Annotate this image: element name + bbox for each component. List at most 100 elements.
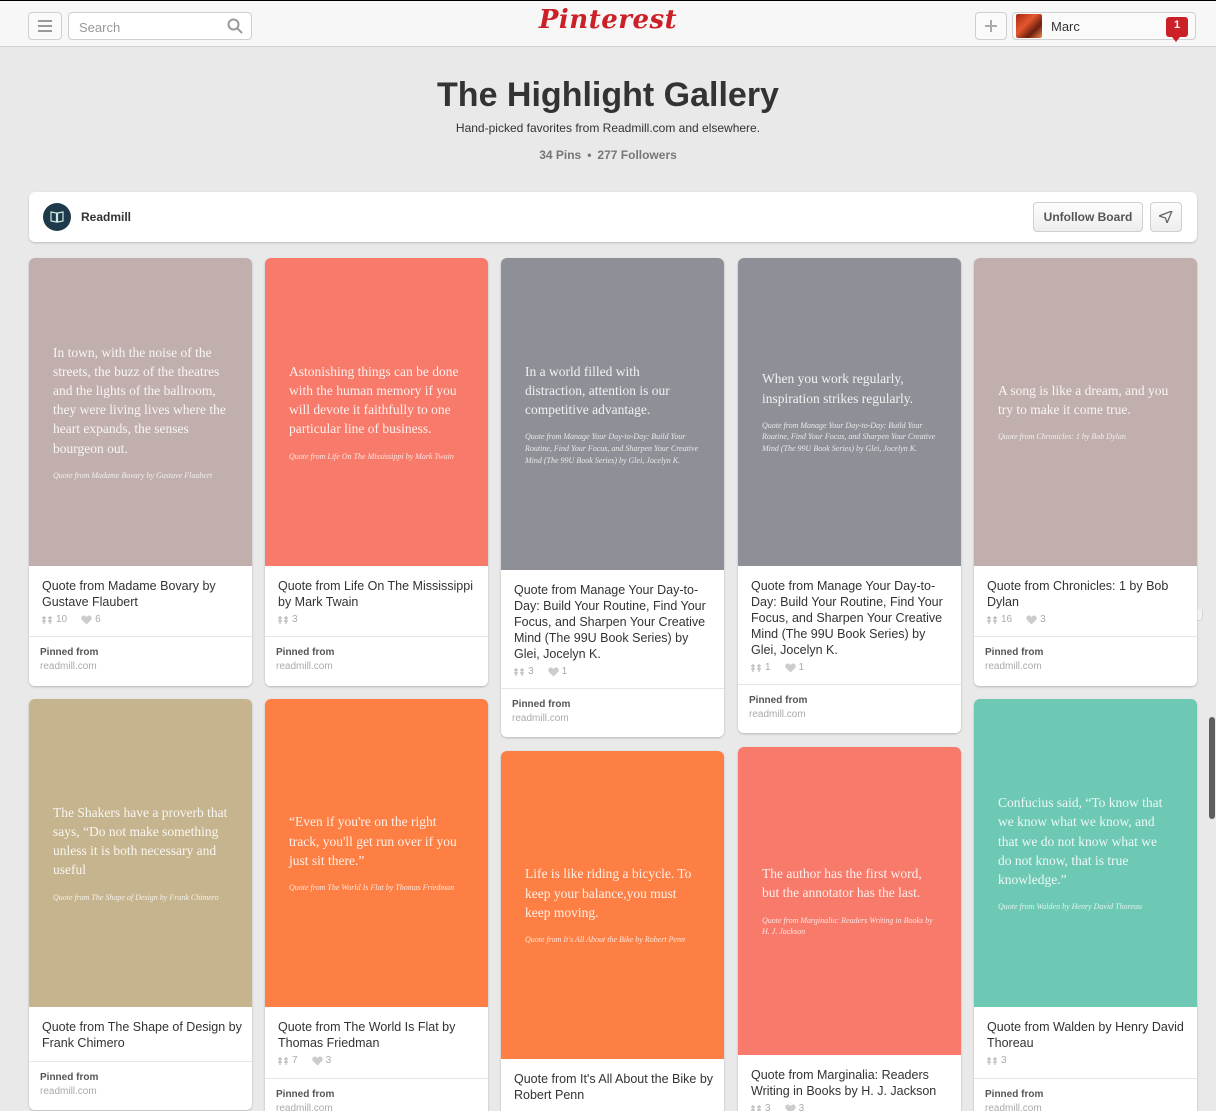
pin-source-footer[interactable]: Pinned from readmill.com (501, 688, 724, 737)
unfollow-board-button[interactable]: Unfollow Board (1033, 202, 1143, 232)
pin-card[interactable]: Life is like riding a bicycle. To keep y… (501, 751, 724, 1111)
pinned-from-domain[interactable]: readmill.com (985, 661, 1042, 672)
pin-source-footer[interactable]: Pinned from readmill.com (738, 684, 961, 733)
board-description: Hand-picked favorites from Readmill.com … (455, 121, 761, 135)
menu-button[interactable] (28, 12, 62, 40)
pin-image[interactable]: “Even if you're on the right track, you'… (265, 699, 488, 1007)
pin-image[interactable]: When you work regularly, inspiration str… (738, 258, 961, 566)
like-count[interactable]: 1 (562, 666, 568, 677)
repin-count[interactable]: 16 (1001, 614, 1012, 625)
pin-card[interactable]: Confucius said, “To know that we know wh… (974, 699, 1197, 1111)
pinned-from-domain[interactable]: readmill.com (512, 713, 569, 724)
pin-stats: 3 (278, 614, 298, 625)
like-count[interactable]: 1 (799, 662, 805, 673)
like-count[interactable]: 3 (1040, 614, 1046, 625)
pin-source-footer[interactable]: Pinned from readmill.com (265, 636, 488, 686)
pin-source-footer[interactable]: Pinned from readmill.com (974, 1078, 1197, 1111)
pinned-from-domain[interactable]: readmill.com (985, 1103, 1042, 1111)
pinned-from-domain[interactable]: readmill.com (40, 661, 97, 672)
pin-description: Quote from Walden by Henry David Thoreau (987, 1020, 1184, 1050)
search-icon[interactable] (227, 18, 243, 34)
pin-source-footer[interactable]: Pinned from readmill.com (29, 1061, 252, 1110)
followers-count[interactable]: 277 Followers (597, 148, 676, 162)
pins-count[interactable]: 34 Pins (539, 148, 581, 162)
pin-card[interactable]: In town, with the noise of the streets, … (29, 258, 252, 686)
pinned-from-label: Pinned from (276, 647, 335, 658)
pin-source-footer[interactable]: Pinned from readmill.com (974, 636, 1197, 686)
pin-image[interactable]: Astonishing things can be done with the … (265, 258, 488, 566)
pin-image[interactable]: A song is like a dream, and you try to m… (974, 258, 1197, 566)
repin-count[interactable]: 3 (528, 666, 534, 677)
pin-stats: 31 (514, 666, 567, 677)
pinned-from-label: Pinned from (512, 699, 571, 710)
pin-quote-text: The Shakers have a proverb that says, “D… (53, 804, 228, 878)
pin-description: Quote from Manage Your Day-to-Day: Build… (751, 579, 943, 657)
pin-image[interactable]: Confucius said, “To know that we know wh… (974, 699, 1197, 1007)
repin-icon (514, 667, 524, 676)
add-pin-button[interactable] (975, 12, 1007, 40)
pin-card[interactable]: When you work regularly, inspiration str… (738, 258, 961, 733)
like-count[interactable]: 3 (799, 1103, 805, 1111)
pin-card[interactable]: A song is like a dream, and you try to m… (974, 258, 1197, 686)
search-input[interactable] (79, 19, 219, 35)
pin-image[interactable]: In town, with the noise of the streets, … (29, 258, 252, 566)
pin-source-footer[interactable]: Pinned from readmill.com (265, 1078, 488, 1111)
pin-image[interactable]: The author has the first word, but the a… (738, 747, 961, 1055)
like-count[interactable]: 3 (326, 1055, 332, 1066)
pin-stats: 3 (987, 1055, 1007, 1066)
repin-icon (278, 615, 288, 624)
owner-name[interactable]: Readmill (81, 210, 131, 224)
pinned-from-label: Pinned from (985, 647, 1044, 658)
pin-card[interactable]: The Shakers have a proverb that says, “D… (29, 699, 252, 1110)
pin-quote-citation: Quote from The Shape of Design by Frank … (53, 892, 219, 902)
repin-count[interactable]: 3 (292, 614, 298, 625)
pin-quote-citation: Quote from It's All About the Bike by Ro… (525, 934, 685, 944)
pin-card[interactable]: Astonishing things can be done with the … (265, 258, 488, 686)
pin-image[interactable]: Life is like riding a bicycle. To keep y… (501, 751, 724, 1059)
pinned-from-domain[interactable]: readmill.com (276, 1103, 333, 1111)
repin-icon (278, 1056, 288, 1065)
pin-image[interactable]: In a world filled with distraction, atte… (501, 258, 724, 570)
repin-count[interactable]: 3 (1001, 1055, 1007, 1066)
pinned-from-label: Pinned from (40, 1072, 99, 1083)
send-board-button[interactable] (1150, 202, 1182, 232)
pinned-from-domain[interactable]: readmill.com (40, 1086, 97, 1097)
pin-card[interactable]: “Even if you're on the right track, you'… (265, 699, 488, 1111)
pin-stats: 33 (751, 1103, 804, 1111)
plus-icon (985, 20, 997, 32)
pin-source-footer[interactable]: Pinned from readmill.com (29, 636, 252, 686)
user-name: Marc (1051, 19, 1080, 34)
pin-quote-text: When you work regularly, inspiration str… (762, 371, 913, 406)
pin-card[interactable]: In a world filled with distraction, atte… (501, 258, 724, 737)
pin-image[interactable]: The Shakers have a proverb that says, “D… (29, 699, 252, 1007)
pin-card[interactable]: The author has the first word, but the a… (738, 747, 961, 1111)
search-box[interactable] (68, 12, 252, 40)
repin-count[interactable]: 1 (765, 662, 771, 673)
owner-avatar[interactable] (43, 203, 71, 231)
pin-description: Quote from The Shape of Design by Frank … (42, 1020, 242, 1050)
send-icon (1159, 211, 1173, 223)
pin-quote-citation: Quote from The World Is Flat by Thomas F… (289, 882, 455, 892)
pin-description: Quote from Marginalia: Readers Writing i… (751, 1068, 937, 1098)
pin-quote-text: The author has the first word, but the a… (762, 866, 922, 901)
like-count[interactable]: 6 (95, 614, 101, 625)
pin-description: Quote from Life On The Mississippi by Ma… (278, 579, 473, 609)
pin-description: Quote from Chronicles: 1 by Bob Dylan (987, 579, 1169, 609)
repin-count[interactable]: 7 (292, 1055, 298, 1066)
pin-quote-text: A song is like a dream, and you try to m… (998, 383, 1169, 418)
pin-quote-text: Confucius said, “To know that we know wh… (998, 795, 1163, 887)
heart-icon (784, 663, 796, 672)
pinned-from-domain[interactable]: readmill.com (749, 709, 806, 720)
pin-description: Quote from It's All About the Bike by Ro… (514, 1072, 714, 1102)
pin-quote-text: Astonishing things can be done with the … (289, 363, 459, 437)
repin-count[interactable]: 10 (56, 614, 67, 625)
pin-description: Quote from Madame Bovary by Gustave Flau… (42, 579, 216, 609)
repin-count[interactable]: 3 (765, 1103, 771, 1111)
repin-icon (751, 1104, 761, 1111)
repin-icon (42, 615, 52, 624)
notification-badge[interactable]: 1 (1166, 17, 1188, 42)
pin-stats: 16 3 (987, 614, 1046, 625)
pinned-from-domain[interactable]: readmill.com (276, 661, 333, 672)
pin-description: Quote from Manage Your Day-to-Day: Build… (514, 583, 706, 661)
scrollbar[interactable] (1209, 717, 1215, 819)
